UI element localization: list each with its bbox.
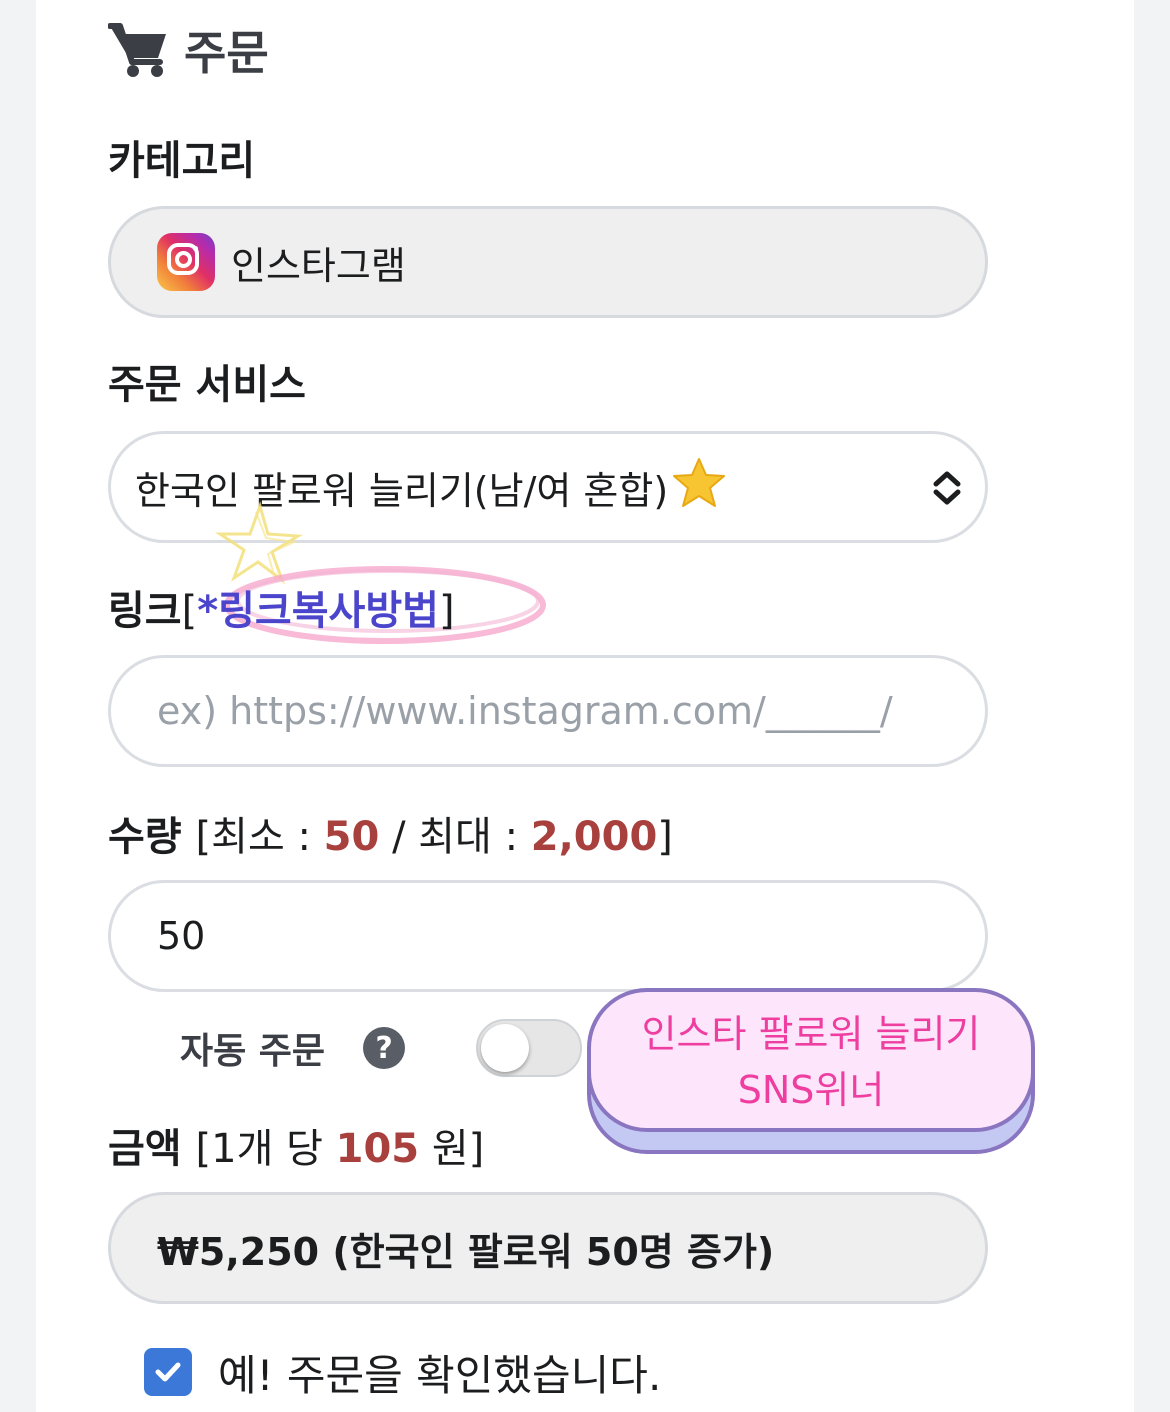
- star-icon: [672, 457, 726, 518]
- sticker-line-1: 인스타 팔로워 늘리기: [641, 1012, 981, 1056]
- quantity-max-label: / 최대 :: [392, 814, 519, 860]
- order-heading: 주문: [108, 18, 269, 82]
- category-field[interactable]: 인스타그램: [108, 206, 988, 318]
- confirm-text: 예! 주문을 확인했습니다.: [218, 1350, 662, 1400]
- instagram-icon: [157, 233, 215, 291]
- promo-sticker: 인스타 팔로워 늘리기 SNS위너: [587, 988, 1035, 1132]
- quantity-label-text: 수량: [108, 814, 182, 860]
- link-input[interactable]: ex) https://www.instagram.com/______/: [108, 655, 988, 767]
- auto-order-row: 자동 주문 ?: [180, 1016, 406, 1080]
- quantity-input[interactable]: 50: [108, 880, 988, 992]
- price-label: 금액 [1개 당 105 원]: [108, 1126, 485, 1172]
- price-unit-suffix: 원: [431, 1126, 469, 1172]
- total-price-value: ₩5,250 (한국인 팔로워 50명 증가): [157, 1229, 775, 1274]
- category-value: 인스타그램: [231, 243, 406, 288]
- category-label: 카테고리: [108, 138, 256, 184]
- service-label: 주문 서비스: [108, 362, 306, 408]
- link-placeholder: ex) https://www.instagram.com/______/: [157, 689, 893, 733]
- auto-order-toggle[interactable]: [476, 1019, 582, 1077]
- price-label-text: 금액: [108, 1126, 182, 1172]
- order-title: 주문: [184, 26, 269, 80]
- price-unit: 105: [335, 1126, 420, 1172]
- sticker-line-2: SNS위너: [737, 1068, 885, 1112]
- link-copy-help[interactable]: *링크복사방법: [197, 588, 439, 634]
- quantity-max: 2,000: [530, 814, 658, 860]
- quantity-value: 50: [157, 914, 206, 958]
- confirm-row: 예! 주문을 확인했습니다.: [144, 1340, 661, 1404]
- chevron-up-down-icon: [931, 470, 963, 506]
- toggle-knob: [481, 1024, 529, 1072]
- link-label-text: 링크: [108, 588, 182, 634]
- quantity-label: 수량 [최소 : 50 / 최대 : 2,000]: [108, 814, 673, 860]
- quantity-min-label: 최소 :: [211, 814, 311, 860]
- total-price-field: ₩5,250 (한국인 팔로워 50명 증가): [108, 1192, 988, 1304]
- quantity-min: 50: [323, 814, 380, 860]
- auto-order-label: 자동 주문: [180, 1031, 326, 1072]
- link-label: 링크[*링크복사방법]: [108, 588, 455, 634]
- check-icon: [155, 1362, 181, 1382]
- cart-icon: [108, 22, 170, 78]
- price-unit-prefix: 1개 당: [211, 1126, 323, 1172]
- confirm-checkbox[interactable]: [144, 1348, 192, 1396]
- question-circle-icon[interactable]: ?: [363, 1027, 406, 1069]
